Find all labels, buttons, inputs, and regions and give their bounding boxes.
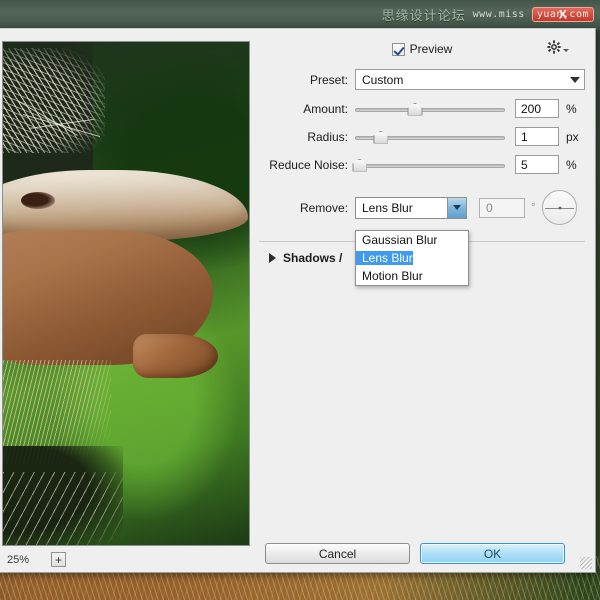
ok-button[interactable]: OK — [420, 543, 565, 564]
resize-grip[interactable] — [580, 557, 592, 569]
reduce-noise-slider-track — [355, 164, 505, 168]
chevron-down-icon — [570, 77, 580, 83]
remove-label: Remove: — [259, 201, 355, 215]
radius-unit: px — [559, 130, 585, 144]
remove-dropdown-list[interactable]: Gaussian Blur Lens Blur Motion Blur — [355, 230, 469, 286]
controls-panel: Preview — [259, 39, 585, 265]
preset-label: Preset: — [259, 73, 355, 87]
radius-slider-thumb[interactable] — [373, 131, 388, 144]
angle-degree-symbol: ° — [531, 202, 535, 214]
radius-label: Radius: — [259, 130, 355, 144]
amount-row: Amount: 200 % — [259, 99, 585, 118]
preview-lower-hairs — [2, 472, 123, 546]
amount-value-input[interactable]: 200 — [515, 99, 559, 118]
preview-checkbox[interactable] — [392, 43, 405, 56]
background-top-band — [0, 0, 600, 30]
zoom-bar: 25% + — [7, 552, 66, 567]
gear-icon — [547, 40, 561, 54]
preview-image — [3, 42, 249, 545]
preset-value: Custom — [362, 73, 570, 87]
preview-row: Preview — [259, 39, 585, 59]
reduce-noise-value-input[interactable]: 5 — [515, 155, 559, 174]
reduce-noise-unit: % — [559, 158, 585, 172]
screen: 思缘设计论坛 www.miss yuan.com X — [0, 0, 600, 600]
shadows-section-label: Shadows / — [283, 251, 342, 265]
cancel-button[interactable]: Cancel — [265, 543, 410, 564]
zoom-in-button[interactable]: + — [51, 552, 66, 567]
amount-slider[interactable] — [355, 101, 505, 117]
amount-label: Amount: — [259, 102, 355, 116]
image-preview-pane[interactable] — [2, 41, 250, 546]
remove-option-motion-blur[interactable]: Motion Blur — [356, 269, 423, 283]
remove-select[interactable]: Lens Blur — [355, 197, 467, 219]
chevron-down-icon — [453, 205, 461, 210]
angle-input[interactable]: 0 — [479, 198, 525, 218]
smart-sharpen-dialog: 25% + Preview — [0, 28, 596, 573]
remove-select-button[interactable] — [447, 198, 466, 218]
preview-beak-tip — [133, 334, 218, 378]
settings-menu-button[interactable] — [547, 40, 569, 54]
preset-select[interactable]: Custom — [355, 69, 585, 90]
radius-slider[interactable] — [355, 129, 505, 145]
remove-option-gaussian-blur[interactable]: Gaussian Blur — [356, 233, 437, 247]
reduce-noise-slider[interactable] — [355, 157, 505, 173]
reduce-noise-slider-thumb[interactable] — [352, 159, 367, 172]
reduce-noise-label: Reduce Noise: — [259, 158, 355, 172]
preset-row: Preset: Custom — [259, 69, 585, 90]
dialog-footer: Cancel OK — [265, 543, 565, 564]
remove-value: Lens Blur — [356, 201, 447, 215]
angle-dial[interactable] — [542, 190, 577, 225]
zoom-level-label: 25% — [7, 554, 29, 566]
gear-dropdown-arrow-icon — [563, 49, 569, 52]
radius-value-input[interactable]: 1 — [515, 127, 559, 146]
triangle-right-icon — [269, 253, 276, 263]
radius-row: Radius: 1 px — [259, 127, 585, 146]
reduce-noise-row: Reduce Noise: 5 % — [259, 155, 585, 174]
amount-unit: % — [559, 102, 585, 116]
remove-row: Remove: Lens Blur 0 ° Gaussian Blur Lens… — [259, 190, 585, 225]
preview-nostril — [21, 192, 55, 209]
preview-checkbox-label: Preview — [410, 42, 453, 56]
amount-slider-track — [355, 108, 505, 112]
amount-slider-thumb[interactable] — [408, 103, 423, 116]
remove-option-lens-blur[interactable]: Lens Blur — [356, 251, 413, 265]
